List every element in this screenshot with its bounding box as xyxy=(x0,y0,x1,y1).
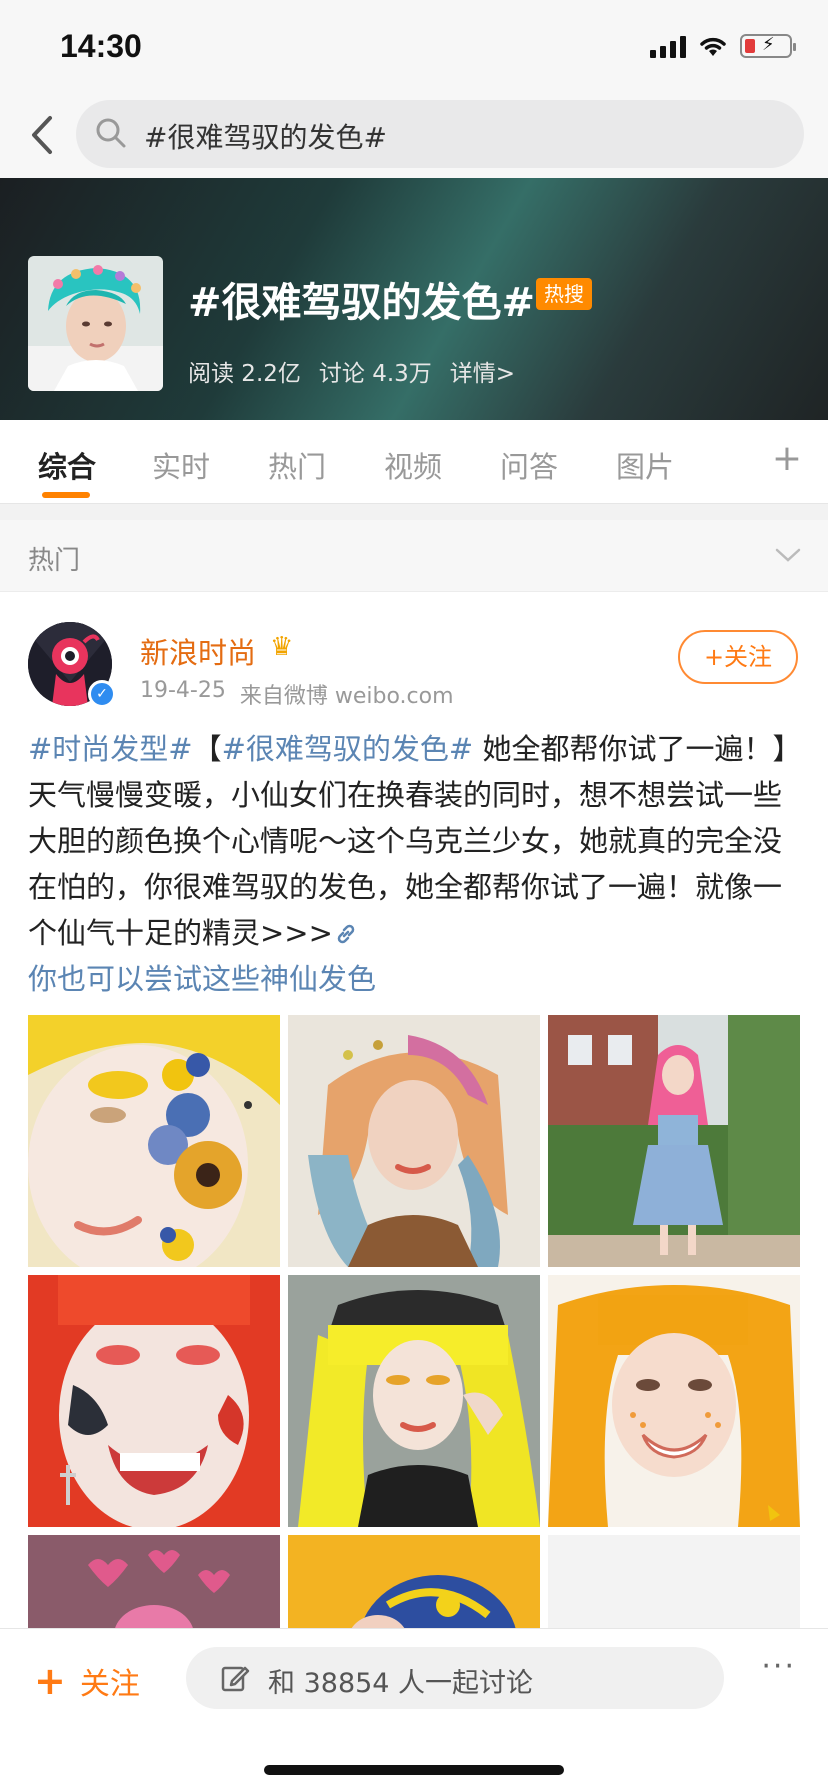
hashtag-fashion-hair[interactable]: #时尚发型# xyxy=(28,732,193,766)
tab-hot[interactable]: 热门 xyxy=(268,444,326,486)
tab-comprehensive[interactable]: 综合 xyxy=(38,444,96,486)
post-image-2[interactable] xyxy=(288,1015,540,1267)
add-tab-icon[interactable]: + xyxy=(772,438,802,479)
follow-button[interactable]: +关注 xyxy=(678,630,798,684)
section-label: 热门 xyxy=(28,546,81,576)
home-indicator xyxy=(264,1765,564,1775)
discuss-input[interactable]: 和 38854 人一起讨论 xyxy=(186,1647,724,1709)
verified-badge-icon: ✓ xyxy=(88,680,116,708)
topic-title: #很难驾驭的发色# xyxy=(188,280,536,326)
tab-video[interactable]: 视频 xyxy=(384,444,442,486)
status-bar: 14:30 ⚡ xyxy=(0,0,828,96)
search-icon xyxy=(96,118,126,148)
search-input[interactable]: #很难驾驭的发色# xyxy=(76,100,804,168)
tab-bar: 综合 实时 热门 视频 问答 图片 + xyxy=(0,420,828,504)
post-link[interactable]: 你也可以尝试这些神仙发色 xyxy=(28,962,376,996)
post-image-6[interactable] xyxy=(548,1275,800,1527)
discuss-placeholder: 和 38854 人一起讨论 xyxy=(268,1668,534,1699)
post-image-3[interactable] xyxy=(548,1015,800,1267)
post-image-4[interactable] xyxy=(28,1275,280,1527)
back-arrow-icon[interactable] xyxy=(22,108,62,162)
post-body: #时尚发型#【#很难驾驭的发色# 她全都帮你试了一遍！】天气慢慢变暖，小仙女们在… xyxy=(28,726,798,1002)
post-date: 19-4-25 xyxy=(140,678,226,703)
status-icons: ⚡ xyxy=(650,34,796,58)
post-image-1[interactable] xyxy=(28,1015,280,1267)
edit-icon xyxy=(221,1666,250,1692)
post-image-5[interactable] xyxy=(288,1275,540,1527)
bottom-action-bar: + 关注 和 38854 人一起讨论 ··· xyxy=(0,1628,828,1792)
chevron-down-icon[interactable] xyxy=(774,546,802,564)
divider xyxy=(0,504,828,520)
read-count: 阅读 2.2亿 xyxy=(188,361,301,387)
tab-realtime[interactable]: 实时 xyxy=(152,444,210,486)
search-query: #很难驾驭的发色# xyxy=(144,121,387,154)
hot-search-badge: 热搜 xyxy=(536,278,592,310)
post-source: 来自微博 weibo.com xyxy=(239,684,454,709)
post-author-name[interactable]: 新浪时尚 xyxy=(140,630,256,672)
bracket: 【 xyxy=(192,732,222,766)
post-meta: 19-4-25 来自微博 weibo.com xyxy=(140,678,454,710)
topic-cover-image xyxy=(28,256,163,391)
section-header-hot[interactable]: 热门 xyxy=(0,520,828,592)
bottom-follow-label: 关注 xyxy=(79,1667,140,1702)
tab-images[interactable]: 图片 xyxy=(616,444,674,486)
plus-icon: + xyxy=(34,1659,66,1703)
topic-header: #很难驾驭的发色# 热搜 阅读 2.2亿 讨论 4.3万 详情> xyxy=(0,178,828,420)
wifi-icon xyxy=(700,37,726,56)
details-link[interactable]: 详情> xyxy=(450,354,515,388)
bottom-follow-button[interactable]: + 关注 xyxy=(34,1659,140,1703)
topic-stats: 阅读 2.2亿 讨论 4.3万 详情> xyxy=(188,354,515,388)
discussion-count: 讨论 4.3万 xyxy=(318,361,432,387)
battery-icon: ⚡ xyxy=(740,34,796,58)
link-icon xyxy=(337,924,355,944)
more-options-icon[interactable]: ··· xyxy=(761,1649,796,1684)
search-row: #很难驾驭的发色# xyxy=(0,96,828,178)
tab-qa[interactable]: 问答 xyxy=(500,444,558,486)
active-tab-indicator xyxy=(42,492,90,498)
hashtag-topic[interactable]: #很难驾驭的发色# xyxy=(222,732,474,766)
status-time: 14:30 xyxy=(60,28,142,64)
vip-crown-icon: ♛ xyxy=(270,632,294,662)
cellular-signal-icon xyxy=(650,34,686,58)
